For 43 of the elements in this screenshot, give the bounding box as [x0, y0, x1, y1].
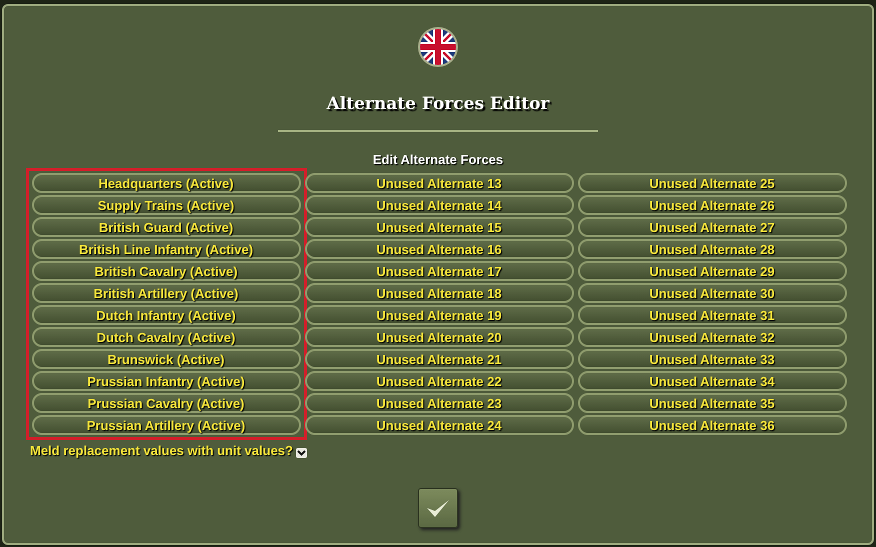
force-button[interactable]: Prussian Cavalry (Active) — [32, 393, 300, 413]
force-button[interactable]: Unused Alternate 22 — [304, 371, 574, 391]
force-button[interactable]: Unused Alternate 31 — [578, 305, 846, 325]
force-button[interactable]: Dutch Cavalry (Active) — [32, 327, 300, 347]
section-heading: Edit Alternate Forces — [372, 152, 504, 167]
force-button[interactable]: Supply Trains (Active) — [32, 195, 300, 215]
force-button[interactable]: Unused Alternate 24 — [304, 415, 574, 435]
force-button[interactable]: Unused Alternate 16 — [304, 239, 574, 259]
force-button[interactable]: Prussian Artillery (Active) — [32, 415, 300, 435]
force-button[interactable]: Unused Alternate 34 — [578, 371, 846, 391]
force-button[interactable]: Unused Alternate 26 — [578, 195, 846, 215]
force-button[interactable]: Headquarters (Active) — [32, 173, 300, 193]
force-button[interactable]: British Line Infantry (Active) — [32, 239, 300, 259]
force-button[interactable]: Unused Alternate 30 — [578, 283, 846, 303]
force-button[interactable]: Brunswick (Active) — [32, 349, 300, 369]
force-button[interactable]: Unused Alternate 21 — [304, 349, 574, 369]
force-button[interactable]: British Guard (Active) — [32, 217, 300, 237]
force-button[interactable]: Prussian Infantry (Active) — [32, 371, 300, 391]
force-button[interactable]: Unused Alternate 13 — [304, 173, 574, 193]
force-button[interactable]: Unused Alternate 32 — [578, 327, 846, 347]
force-button[interactable]: Unused Alternate 25 — [578, 173, 846, 193]
force-button[interactable]: Unused Alternate 27 — [578, 217, 846, 237]
force-button[interactable]: Unused Alternate 14 — [304, 195, 574, 215]
meld-label: Meld replacement values with unit values? — [30, 443, 293, 458]
force-button[interactable]: British Artillery (Active) — [32, 283, 300, 303]
force-button[interactable]: Dutch Infantry (Active) — [32, 305, 300, 325]
force-button[interactable]: Unused Alternate 20 — [304, 327, 574, 347]
force-button[interactable]: Unused Alternate 18 — [304, 283, 574, 303]
confirm-button[interactable] — [418, 488, 458, 528]
force-button[interactable]: Unused Alternate 33 — [578, 349, 846, 369]
force-button[interactable]: Unused Alternate 35 — [578, 393, 846, 413]
force-button[interactable]: Unused Alternate 15 — [304, 217, 574, 237]
meld-checkbox[interactable] — [296, 448, 307, 458]
force-button[interactable]: Unused Alternate 29 — [578, 261, 846, 281]
force-button[interactable]: Unused Alternate 23 — [304, 393, 574, 413]
dialog-title: Alternate Forces Editor — [326, 94, 550, 114]
force-button[interactable]: Unused Alternate 28 — [578, 239, 846, 259]
flag-icon — [417, 26, 459, 68]
force-button[interactable]: Unused Alternate 19 — [304, 305, 574, 325]
force-button[interactable]: Unused Alternate 36 — [578, 415, 846, 435]
force-button[interactable]: British Cavalry (Active) — [32, 261, 300, 281]
checkmark-icon — [425, 497, 451, 519]
force-button[interactable]: Unused Alternate 17 — [304, 261, 574, 281]
